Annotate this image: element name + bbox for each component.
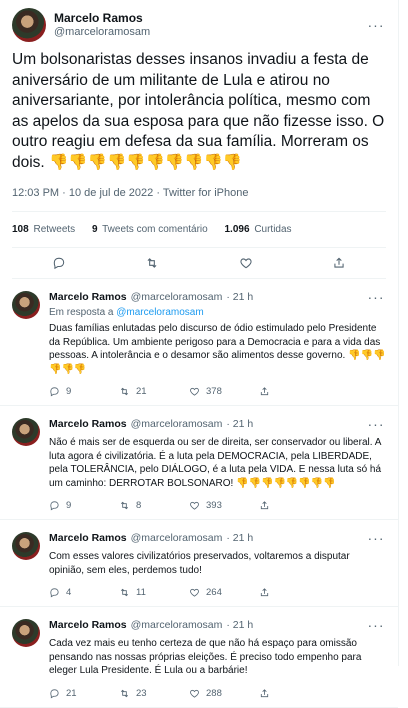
avatar[interactable] [12,619,40,647]
retweet-icon[interactable] [145,256,159,270]
reply-header: Marcelo Ramos @marceloramosam · 21 h ··· [49,530,386,546]
author-handle[interactable]: @marceloramosam [54,25,366,39]
avatar[interactable] [12,8,46,42]
author-handle[interactable]: @marceloramosam [131,619,223,631]
avatar[interactable] [12,418,40,446]
share-icon [259,688,270,699]
like-button[interactable]: 288 [189,688,259,699]
tweet-meta: 12:03 PM10 de jul de 2022Twitter for iPh… [12,187,386,212]
reply-body: Marcelo Ramos @marceloramosam · 21 h ···… [49,617,386,699]
main-tweet-actions [12,248,386,279]
author-name[interactable]: Marcelo Ramos [54,11,366,25]
main-tweet-header: Marcelo Ramos @marceloramosam ··· [12,8,386,42]
share-icon [259,500,270,511]
more-dots-icon[interactable]: ··· [366,617,386,633]
reply-icon [49,587,60,598]
reply-text: Cada vez mais eu tenho certeza de que nã… [49,638,362,676]
reply-icon [49,688,60,699]
avatar[interactable] [12,532,40,560]
tweet-age[interactable]: · 21 h [226,418,253,430]
author-handle[interactable]: @marceloramosam [131,291,223,303]
heart-icon [189,386,200,397]
reply-icon [49,500,60,511]
reply-text: Não é mais ser de esquerda ou ser de dir… [49,437,382,489]
tweet-text: Um bolsonaristas desses insanos invadiu … [12,50,386,173]
reply-actions: 9 21 378 [49,386,386,397]
in-reply-to: Em resposta a @marceloramosam [49,307,204,318]
likes-stat[interactable]: 1.096 Curtidas [225,224,292,235]
more-dots-icon[interactable]: ··· [366,416,386,432]
share-icon [259,386,270,397]
author-name[interactable]: Marcelo Ramos [49,418,127,430]
reply-icon[interactable] [52,256,66,270]
retweet-button[interactable]: 11 [119,587,189,598]
author-name[interactable]: Marcelo Ramos [49,291,127,303]
retweet-button[interactable]: 21 [119,386,189,397]
tweet-age[interactable]: · 21 h [226,291,253,303]
author-name[interactable]: Marcelo Ramos [49,532,127,544]
share-icon[interactable] [332,256,346,270]
share-icon [259,587,270,598]
more-dots-icon[interactable]: ··· [366,289,386,305]
like-button[interactable]: 393 [189,500,259,511]
like-button[interactable]: 264 [189,587,259,598]
thumbs-down-emojis: 👎👎👎👎👎👎👎👎 [236,477,336,489]
heart-icon [189,587,200,598]
author-handle[interactable]: @marceloramosam [131,532,223,544]
reply-button[interactable]: 4 [49,587,119,598]
reply-tweet[interactable]: Marcelo Ramos @marceloramosam · 21 h ···… [0,520,398,607]
quote-tweets-stat[interactable]: 9 Tweets com comentário [92,224,208,235]
tweet-source[interactable]: Twitter for iPhone [153,187,248,199]
retweet-button[interactable]: 23 [119,688,189,699]
heart-icon [189,500,200,511]
reply-button[interactable]: 9 [49,386,119,397]
reply-actions: 21 23 288 [49,688,386,699]
reply-tweet[interactable]: Marcelo Ramos @marceloramosam · 21 h ···… [0,607,398,708]
thumbs-down-emojis: 👎👎👎👎👎👎👎👎👎👎 [49,153,243,171]
more-dots-icon[interactable]: ··· [366,17,386,33]
tweet-date[interactable]: 10 de jul de 2022 [59,187,153,199]
heart-icon [189,688,200,699]
share-button[interactable] [259,587,329,598]
heart-icon[interactable] [239,256,253,270]
reply-tweet[interactable]: Marcelo Ramos @marceloramosam · 21 h ···… [0,406,398,520]
reply-text: Com esses valores civilizatórios preserv… [49,551,350,576]
retweet-icon [119,386,130,397]
reply-header: Marcelo Ramos @marceloramosam · 21 h ··· [49,416,386,432]
tweet-age[interactable]: · 21 h [226,532,253,544]
share-button[interactable] [259,386,329,397]
avatar[interactable] [12,291,40,319]
share-button[interactable] [259,688,329,699]
in-reply-to-handle[interactable]: @marceloramosam [116,307,203,318]
author-names: Marcelo Ramos @marceloramosam [54,11,366,39]
retweet-icon [119,587,130,598]
tweet-age[interactable]: · 21 h [226,619,253,631]
tweet-thread: Marcelo Ramos @marceloramosam ··· Um bol… [0,0,399,708]
reply-actions: 4 11 264 [49,587,386,598]
reply-body: Marcelo Ramos @marceloramosam · 21 h ···… [49,289,386,397]
reply-header: Marcelo Ramos @marceloramosam · 21 h ··· [49,617,386,633]
tweet-stats: 108 Retweets 9 Tweets com comentário 1.0… [12,212,386,248]
author-handle[interactable]: @marceloramosam [131,418,223,430]
tweet-time[interactable]: 12:03 PM [12,187,59,199]
more-dots-icon[interactable]: ··· [366,530,386,546]
reply-header: Marcelo Ramos @marceloramosam · 21 h ··· [49,289,386,305]
retweet-icon [119,688,130,699]
retweet-button[interactable]: 8 [119,500,189,511]
reply-button[interactable]: 9 [49,500,119,511]
reply-text: Duas famílias enlutadas pelo discurso de… [49,323,386,375]
reply-button[interactable]: 21 [49,688,119,699]
author-name[interactable]: Marcelo Ramos [49,619,127,631]
retweets-stat[interactable]: 108 Retweets [12,224,75,235]
main-tweet[interactable]: Marcelo Ramos @marceloramosam ··· Um bol… [0,0,398,279]
retweet-icon [119,500,130,511]
reply-tweet[interactable]: Marcelo Ramos @marceloramosam · 21 h ···… [0,279,398,406]
reply-icon [49,386,60,397]
like-button[interactable]: 378 [189,386,259,397]
reply-actions: 9 8 393 [49,500,386,511]
reply-body: Marcelo Ramos @marceloramosam · 21 h ···… [49,530,386,598]
share-button[interactable] [259,500,329,511]
reply-body: Marcelo Ramos @marceloramosam · 21 h ···… [49,416,386,511]
